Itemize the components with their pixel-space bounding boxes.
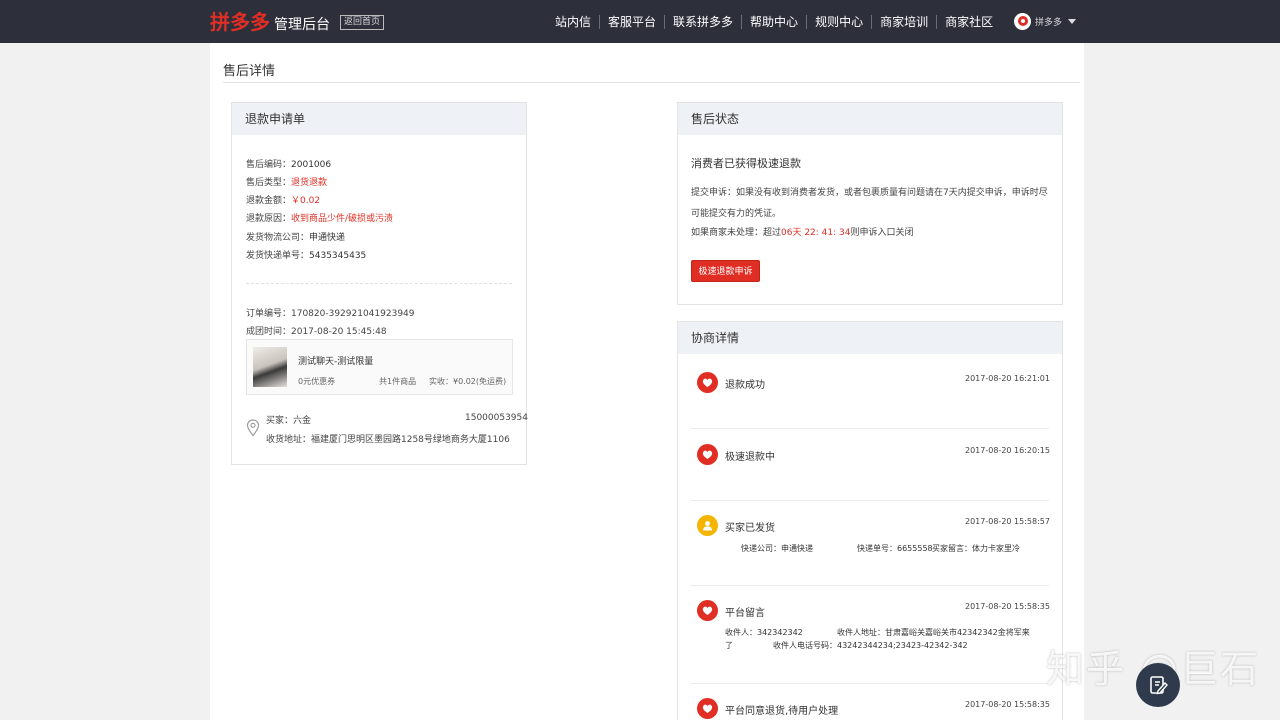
row-key: 退款金额： (246, 196, 292, 206)
nav-item-help[interactable]: 帮助中心 (741, 14, 806, 29)
refund-row: 发货快递单号：5435345435 (246, 248, 366, 261)
edit-icon (1150, 676, 1168, 695)
receiver-address: 收件人地址：甘肃嘉峪关嘉峪关市42342342金将军来 (837, 628, 1030, 637)
row-value: 5435345435 (309, 251, 367, 261)
nav-item-rules[interactable]: 规则中心 (806, 14, 871, 29)
order-number: 订单编号：170820-392921041923949 (246, 309, 415, 319)
row-key: 退款原因： (246, 214, 292, 224)
negotiation-time: 2017-08-20 15:58:35 (965, 700, 1050, 709)
refund-row: 售后编码：2001006 (246, 157, 331, 170)
negotiation-title: 极速退款中 (725, 452, 775, 463)
refund-row: 退款金额：￥0.02 (246, 193, 320, 206)
pdd-logo-icon (697, 600, 718, 621)
user-menu[interactable]: 拼多多 (1014, 12, 1077, 30)
product-thumbnail (253, 347, 287, 387)
negotiation-title: 平台同意退货,待用户处理 (725, 706, 839, 717)
buyer-phone: 15000053954 (465, 413, 528, 423)
main-content: 售后详情 退款申请单 售后编码：2001006 售后类型：退货退款 退款金额：￥… (210, 43, 1084, 720)
refund-row: 发货物流公司：申通快递 (246, 230, 345, 243)
buyer-message: 买家留言：体力卡家里冷 (932, 544, 1020, 553)
negotiation-time: 2017-08-20 15:58:57 (965, 517, 1050, 526)
group-time: 成团时间：2017-08-20 15:45:48 (246, 327, 387, 337)
nav-item-inbox[interactable]: 站内信 (547, 15, 599, 29)
status-panel-heading: 售后状态 (678, 103, 1062, 135)
product-coupon: 0元优惠券 (298, 377, 336, 386)
shipping-address: 收货地址：福建厦门思明区墨园路1258号绿地商务大厦1106 (266, 435, 510, 445)
divider (223, 82, 1080, 83)
location-pin-icon (246, 419, 260, 437)
negotiation-time: 2017-08-20 16:21:01 (965, 374, 1050, 383)
product-card[interactable]: 测试聊天-测试限量 0元优惠券 共1件商品 实收：¥0.02(免运费) (246, 339, 513, 395)
pdd-logo-icon (697, 372, 718, 393)
top-navbar: 拼多多 管理后台 返回首页 站内信 客服平台 联系拼多多 帮助中心 规则中心 商… (0, 0, 1280, 43)
pdd-logo-icon (697, 444, 718, 465)
refund-row: 退款原因：收到商品少件/破损或污渍 (246, 211, 393, 224)
row-value: 2001006 (291, 160, 332, 170)
row-key: 售后类型： (246, 178, 292, 188)
divider (691, 500, 1049, 501)
nav-item-community[interactable]: 商家社区 (936, 14, 1001, 29)
row-value: 收到商品少件/破损或污渍 (291, 214, 394, 224)
negotiation-panel: 协商详情 退款成功 2017-08-20 16:21:01 极速退款中 2017… (677, 321, 1063, 720)
user-icon (697, 515, 718, 536)
negotiation-title: 退款成功 (725, 380, 765, 391)
row-value: ￥0.02 (291, 196, 321, 206)
nav-item-contact[interactable]: 联系拼多多 (664, 14, 741, 29)
negotiation-title: 平台留言 (725, 608, 765, 619)
product-name: 测试聊天-测试限量 (298, 357, 374, 367)
negotiation-panel-heading: 协商详情 (678, 322, 1062, 354)
page-title: 售后详情 (223, 64, 276, 79)
negotiation-time: 2017-08-20 16:20:15 (965, 446, 1050, 455)
countdown-timer: 06天 22: 41: 34 (781, 228, 851, 238)
negotiation-time: 2017-08-20 15:58:35 (965, 602, 1050, 611)
pdd-logo-icon (697, 698, 718, 719)
row-key: 发货物流公司： (246, 233, 310, 243)
avatar (1014, 12, 1031, 30)
status-summary: 消费者已获得极速退款 (691, 157, 801, 170)
top-nav: 站内信 客服平台 联系拼多多 帮助中心 规则中心 商家培训 商家社区 (547, 0, 1001, 43)
divider (691, 683, 1049, 684)
courier-company: 快递公司：申通快递 (741, 544, 813, 553)
negotiation-title: 买家已发货 (725, 523, 775, 534)
receiver-address-cont: 了 (725, 641, 733, 650)
logo-brand: 拼多多 (210, 10, 270, 34)
nav-item-service[interactable]: 客服平台 (599, 14, 664, 29)
edit-button[interactable] (1136, 663, 1180, 707)
appeal-instructions: 提交申诉：如果没有收到消费者发货，或者包裹质量有问题请在7天内提交申诉，申诉时尽… (691, 188, 1048, 219)
logo[interactable]: 拼多多 管理后台 (210, 6, 330, 36)
product-count: 共1件商品 (379, 377, 417, 386)
divider (691, 428, 1049, 429)
refund-panel-heading: 退款申请单 (232, 103, 526, 135)
product-paid: 实收：¥0.02(免运费) (429, 377, 507, 386)
appeal-deadline: 如果商家未处理：超过06天 22: 41: 34则申诉入口关闭 (691, 225, 914, 238)
deadline-suffix: 则申诉入口关闭 (850, 228, 914, 238)
row-key: 发货快递单号： (246, 251, 310, 261)
tracking-number: 快递单号：6655558 (857, 544, 933, 553)
status-panel: 售后状态 消费者已获得极速退款 提交申诉：如果没有收到消费者发货，或者包裹质量有… (677, 102, 1063, 305)
user-name: 拼多多 (1035, 17, 1063, 28)
nav-item-training[interactable]: 商家培训 (871, 14, 936, 29)
receiver-phone: 收件人电话号码：43242344234;23423-42342-342 (773, 641, 968, 650)
divider (691, 585, 1049, 586)
refund-panel: 退款申请单 售后编码：2001006 售后类型：退货退款 退款金额：￥0.02 … (231, 102, 528, 465)
row-key: 售后编码： (246, 160, 292, 170)
chevron-down-icon (1068, 18, 1077, 24)
logo-subtitle: 管理后台 (274, 17, 330, 33)
row-value: 申通快递 (309, 233, 346, 243)
divider (246, 283, 512, 284)
receiver-name: 收件人：342342342 (725, 628, 803, 637)
refund-row: 售后类型：退货退款 (246, 175, 327, 188)
deadline-prefix: 如果商家未处理：超过 (691, 228, 782, 238)
row-value: 退货退款 (291, 178, 328, 188)
back-home-button[interactable]: 返回首页 (340, 15, 385, 30)
buyer-name: 买家：六金 (266, 416, 312, 426)
fast-refund-appeal-button[interactable]: 极速退款申诉 (691, 260, 760, 282)
